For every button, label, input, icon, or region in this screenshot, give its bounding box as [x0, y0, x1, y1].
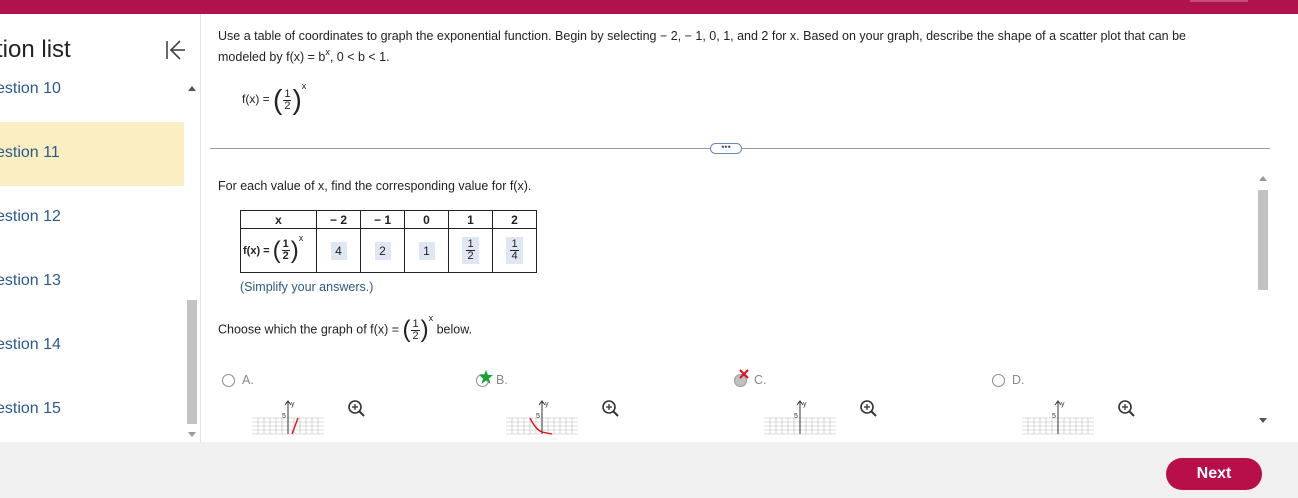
sidebar-item-question-14[interactable]: estion 14: [0, 314, 184, 378]
sidebar-item-question-15[interactable]: estion 15: [0, 378, 184, 442]
svg-text:y: y: [803, 401, 807, 408]
footer-bar: Next: [0, 442, 1298, 498]
answer-value[interactable]: 14: [506, 237, 523, 264]
answer-cell[interactable]: 1: [404, 228, 449, 273]
sidebar-item-label: estion 13: [0, 272, 61, 289]
choice-c-zoom-button[interactable]: [858, 398, 878, 418]
next-button[interactable]: Next: [1166, 458, 1262, 490]
choice-a-label: A.: [242, 373, 254, 387]
sidebar-item-label: estion 11: [0, 144, 60, 161]
choice-d[interactable]: D. y 5: [992, 370, 1192, 440]
simplify-hint: (Simplify your answers.): [240, 280, 374, 294]
question-prompt: Use a table of coordinates to graph the …: [218, 26, 1248, 69]
answer-cell[interactable]: 14: [492, 228, 537, 273]
magnify-plus-icon: [1118, 400, 1135, 417]
scroll-down-arrow-icon[interactable]: [188, 432, 196, 437]
sidebar-scroll-thumb[interactable]: [187, 300, 197, 424]
table-header-cell: 2: [492, 210, 537, 229]
prompt-text: modeled by f(x) = b: [218, 50, 326, 64]
prompt-exponent: x: [325, 47, 330, 57]
sidebar-item-label: estion 12: [0, 208, 61, 225]
function-exponent: x: [301, 81, 307, 92]
answer-cell[interactable]: 4: [316, 228, 361, 273]
svg-text:y: y: [545, 401, 549, 408]
sidebar-item-question-13[interactable]: estion 13: [0, 250, 184, 314]
svg-text:5: 5: [794, 413, 798, 420]
choice-d-graph-icon[interactable]: y 5: [1022, 396, 1094, 440]
scroll-down-arrow-icon[interactable]: [1259, 418, 1267, 423]
function-definition: f(x) = (1 2)x: [242, 81, 307, 115]
scroll-up-arrow-icon[interactable]: [1259, 176, 1267, 181]
expand-more-button[interactable]: •••: [710, 143, 742, 154]
graph-question: Choose which the graph of f(x) = (1 2)x b…: [218, 313, 473, 343]
sidebar-item-label: estion 10: [0, 80, 61, 97]
question-panel: Use a table of coordinates to graph the …: [200, 14, 1274, 442]
table-header-x: x: [240, 210, 317, 229]
correct-star-icon: [479, 370, 493, 384]
prompt-line-1: Use a table of coordinates to graph the …: [218, 29, 1186, 43]
sidebar-item-label: estion 14: [0, 336, 61, 353]
choice-d-zoom-button[interactable]: [1116, 398, 1136, 418]
answer-value[interactable]: 1: [418, 241, 435, 260]
answer-value[interactable]: 2: [374, 241, 391, 260]
choice-c-label: C.: [754, 373, 767, 387]
choice-b-graph-icon[interactable]: y 5: [506, 396, 578, 440]
svg-text:5: 5: [282, 413, 286, 420]
answer-value[interactable]: 4: [330, 241, 347, 260]
sidebar-scrollbar[interactable]: [184, 82, 200, 442]
choice-a-zoom-button[interactable]: [346, 398, 366, 418]
content-scrollbar[interactable]: [1256, 172, 1270, 428]
table-instruction: For each value of x, find the correspond…: [218, 179, 532, 193]
choice-c-graph-icon[interactable]: y 5: [764, 396, 836, 440]
svg-text:5: 5: [536, 413, 540, 420]
function-lhs: f(x) =: [242, 92, 270, 107]
choice-c[interactable]: C. y 5: [734, 369, 934, 440]
choice-b-label: B.: [496, 373, 508, 387]
table-header-cell: 1: [448, 210, 493, 229]
question-list-sidebar: tion list estion 10 estion 11 estion 12 …: [0, 14, 200, 442]
magnify-plus-icon: [602, 400, 619, 417]
sidebar-item-question-12[interactable]: estion 12: [0, 186, 184, 250]
table-row-label: f(x) = (1 2)x: [240, 228, 317, 273]
coordinates-table: x − 2 − 1 0 1 2 f(x) = (1 2)x 4 2 1 12 14: [240, 210, 537, 273]
magnify-plus-icon: [860, 400, 877, 417]
scroll-up-arrow-icon[interactable]: [188, 86, 196, 91]
choice-a-graph-icon[interactable]: y 5: [252, 396, 324, 440]
table-header-cell: 0: [404, 210, 449, 229]
svg-text:5: 5: [1052, 413, 1056, 420]
answer-cell[interactable]: 2: [360, 228, 405, 273]
top-bar: [0, 0, 1298, 14]
table-header-cell: − 2: [316, 210, 361, 229]
choice-b-zoom-button[interactable]: [600, 398, 620, 418]
choice-d-label: D.: [1012, 373, 1025, 387]
content-scroll-thumb[interactable]: [1258, 190, 1268, 290]
choice-b[interactable]: B. y 5: [476, 370, 676, 440]
choice-a[interactable]: A. y 5: [222, 370, 422, 440]
choice-a-radio[interactable]: [222, 374, 235, 387]
choice-d-radio[interactable]: [992, 374, 1005, 387]
sidebar-item-question-11[interactable]: estion 11: [0, 122, 184, 186]
answer-cell[interactable]: 12: [448, 228, 493, 273]
prompt-line-2: modeled by f(x) = bx, 0 < b < 1.: [218, 47, 1248, 69]
function-base-fraction: 12: [283, 87, 292, 112]
top-bar-tab: [1190, 0, 1248, 2]
svg-text:y: y: [1061, 401, 1065, 408]
svg-text:y: y: [291, 401, 295, 408]
prompt-text-end: , 0 < b < 1.: [329, 50, 390, 64]
sidebar-item-question-10[interactable]: estion 10: [0, 58, 184, 122]
incorrect-x-icon: [739, 369, 749, 379]
answer-value[interactable]: 12: [462, 237, 479, 264]
table-header-cell: − 1: [360, 210, 405, 229]
sidebar-item-label: estion 15: [0, 400, 61, 417]
magnify-plus-icon: [348, 400, 365, 417]
